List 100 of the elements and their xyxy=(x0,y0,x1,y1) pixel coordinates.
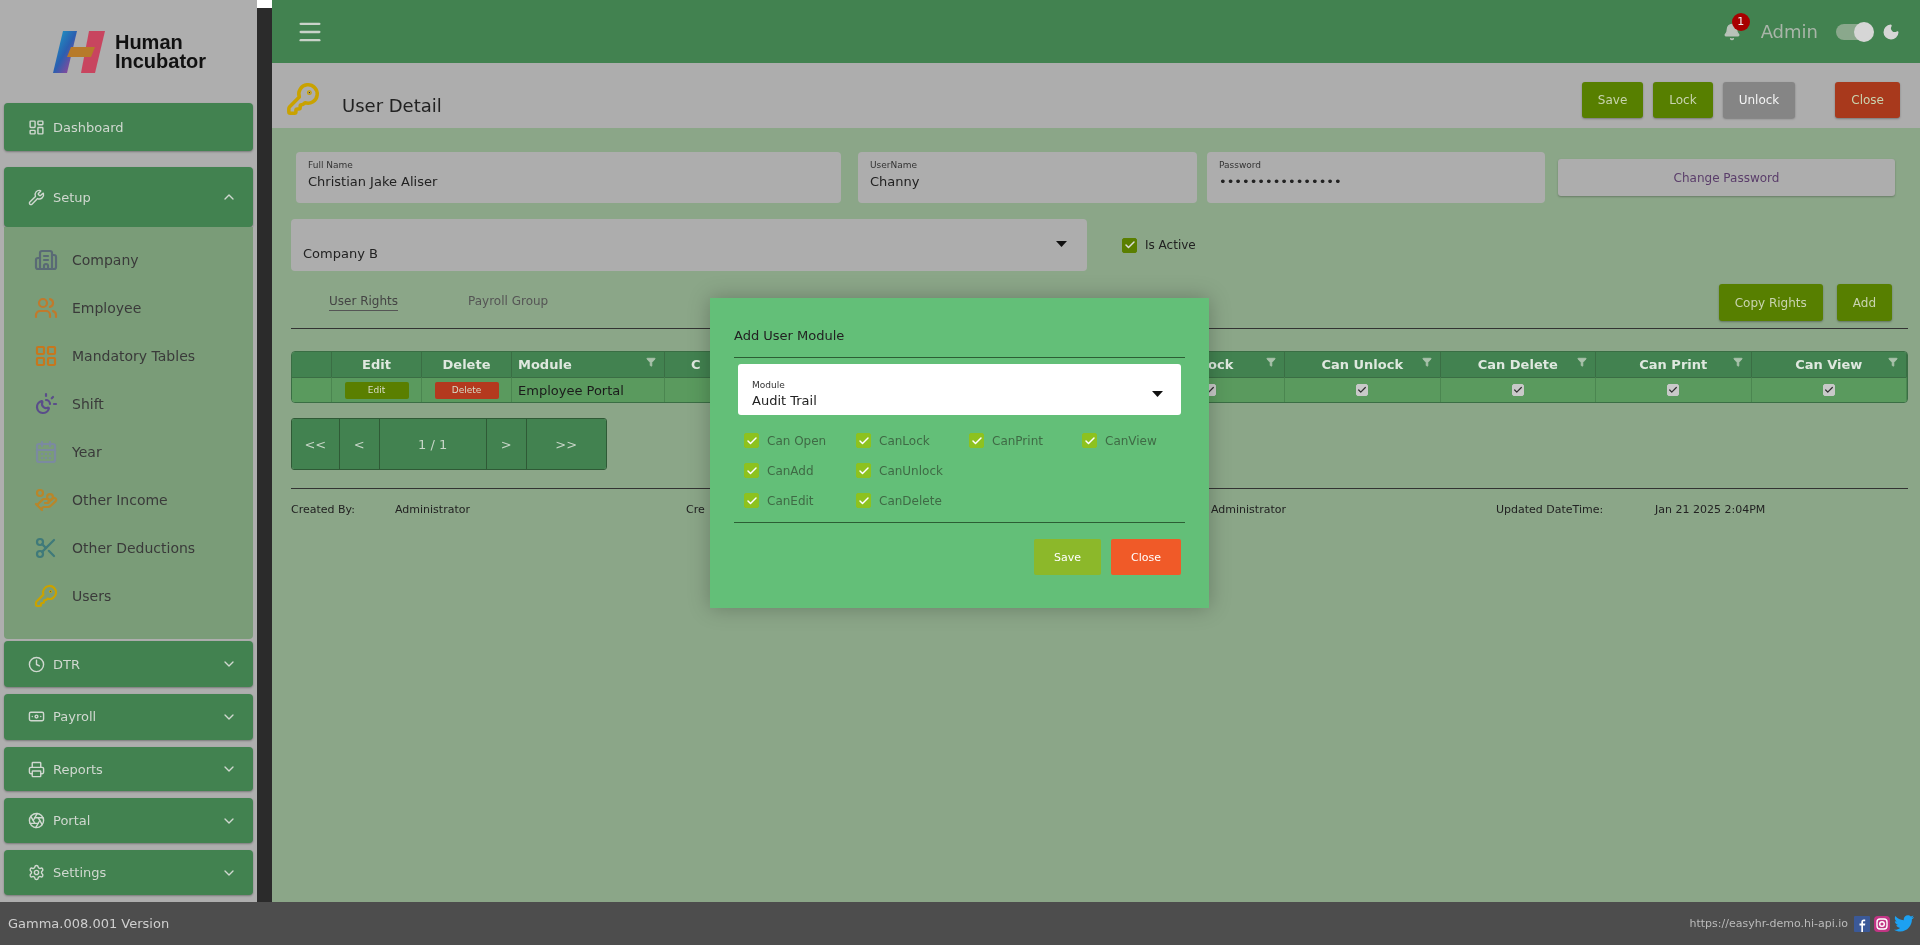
submenu-item[interactable]: Users xyxy=(4,572,253,621)
last-page-button[interactable]: >> xyxy=(526,419,606,469)
filter-icon[interactable] xyxy=(1266,357,1276,367)
checkbox[interactable] xyxy=(744,463,759,478)
hand-coins-icon xyxy=(34,488,58,513)
submenu-item[interactable]: Employee xyxy=(4,284,253,333)
filter-icon[interactable] xyxy=(1732,357,1743,367)
row-selector[interactable] xyxy=(292,377,332,402)
check-icon xyxy=(1512,385,1523,395)
submenu-item[interactable]: Company xyxy=(4,236,253,285)
right-checkbox[interactable]: CanView xyxy=(1082,433,1182,448)
column-header[interactable]: Can Unlock xyxy=(1285,352,1441,377)
aperture-icon xyxy=(28,812,45,830)
instagram-icon[interactable] xyxy=(1874,915,1890,932)
tab[interactable]: User Rights xyxy=(329,294,399,311)
sidebar-item[interactable]: Payroll xyxy=(4,693,253,740)
checkbox[interactable] xyxy=(856,493,871,508)
check-icon xyxy=(857,494,870,507)
edit-button[interactable]: Edit xyxy=(344,381,409,399)
right-checkbox[interactable]: CanEdit xyxy=(744,493,856,508)
key-icon xyxy=(34,584,58,609)
first-page-button[interactable]: << xyxy=(292,419,340,469)
submenu-item[interactable]: Shift xyxy=(4,380,253,429)
text-field[interactable]: UserName Channy xyxy=(858,152,1197,203)
theme-toggle[interactable] xyxy=(1836,23,1872,40)
site-link[interactable]: https://easyhr-demo.hi-api.io xyxy=(1689,917,1848,930)
sidebar-item[interactable]: DTR xyxy=(4,641,253,687)
delete-button[interactable]: Delete xyxy=(434,381,499,399)
column-header[interactable]: Can Print xyxy=(1596,352,1752,377)
checkbox[interactable] xyxy=(1667,384,1680,396)
checkbox[interactable] xyxy=(744,493,759,508)
tab-action-button[interactable]: Copy Rights xyxy=(1718,284,1823,321)
change-password-button[interactable]: Change Password xyxy=(1558,159,1895,196)
submenu-item[interactable]: Year xyxy=(4,428,253,477)
right-checkbox[interactable]: CanUnlock xyxy=(856,463,969,478)
wrench-icon xyxy=(28,188,45,206)
facebook-icon[interactable] xyxy=(1854,915,1870,932)
dropdown-arrow-icon xyxy=(1056,241,1067,247)
sidebar-item[interactable]: Dashboard xyxy=(4,103,253,151)
right-checkbox[interactable]: CanAdd xyxy=(744,463,856,478)
submenu-item[interactable]: Mandatory Tables xyxy=(4,332,253,381)
checkbox[interactable] xyxy=(856,463,871,478)
action-button[interactable]: Close xyxy=(1835,82,1900,118)
column-header[interactable]: Can Delete xyxy=(1440,352,1596,377)
user-name[interactable]: Admin xyxy=(1760,21,1818,42)
check-icon xyxy=(857,434,870,447)
sidebar-item[interactable]: Settings xyxy=(4,850,253,895)
right-checkbox[interactable]: Can Open xyxy=(744,433,856,448)
submenu-item[interactable]: Other Income xyxy=(4,476,253,525)
action-button[interactable]: Lock xyxy=(1653,82,1713,118)
previous-page-button[interactable]: < xyxy=(339,419,380,469)
audit-label: Cre xyxy=(686,503,706,516)
sidebar-item[interactable]: Portal xyxy=(4,798,253,844)
company-select[interactable]: Company B xyxy=(291,219,1087,271)
is-active-checkbox[interactable]: Is Active xyxy=(1122,237,1196,253)
text-field[interactable]: Full Name Christian Jake Aliser xyxy=(296,152,841,203)
check-icon xyxy=(970,434,983,447)
filter-icon[interactable] xyxy=(1421,357,1432,367)
dialog-button[interactable]: Save xyxy=(1034,539,1102,575)
right-checkbox[interactable]: CanLock xyxy=(856,433,969,448)
page-indicator[interactable]: 1 / 1 xyxy=(379,419,487,469)
checkbox[interactable] xyxy=(1356,384,1369,396)
table-cell: Employee Portal xyxy=(512,377,665,402)
filter-icon[interactable] xyxy=(1577,357,1587,367)
building-icon xyxy=(34,248,58,273)
people-icon xyxy=(34,296,58,321)
audit-label: Created By: xyxy=(291,503,356,516)
next-page-button[interactable]: > xyxy=(486,419,527,469)
right-checkbox[interactable]: CanPrint xyxy=(969,433,1082,448)
checkbox[interactable] xyxy=(1122,237,1137,253)
column-header[interactable]: Can View xyxy=(1751,352,1907,377)
tab-action-button[interactable]: Add xyxy=(1836,284,1892,321)
scrollbar[interactable] xyxy=(257,8,272,902)
checkbox[interactable] xyxy=(856,433,871,448)
checkbox[interactable] xyxy=(1511,384,1524,396)
filter-icon[interactable] xyxy=(1888,357,1898,367)
key-icon xyxy=(286,82,320,116)
action-button[interactable]: Save xyxy=(1581,82,1644,118)
column-header[interactable]: Module xyxy=(512,352,665,377)
dialog-title: Add User Module xyxy=(734,328,1185,358)
check-icon xyxy=(1083,434,1096,447)
column-header[interactable]: Delete xyxy=(422,352,512,377)
checkbox[interactable] xyxy=(744,433,759,448)
sidebar-item[interactable]: Setup xyxy=(4,166,253,228)
text-field[interactable]: Password •••••••••••••••• xyxy=(1207,152,1545,203)
filter-icon[interactable] xyxy=(646,357,656,367)
submenu-item[interactable]: Other Deductions xyxy=(4,524,253,573)
dialog-button[interactable]: Close xyxy=(1111,539,1181,575)
calendar-icon xyxy=(34,440,58,465)
checkbox[interactable] xyxy=(1822,384,1835,396)
column-header[interactable]: Edit xyxy=(332,352,422,377)
right-checkbox[interactable]: CanDelete xyxy=(856,493,969,508)
audit-value: Administrator xyxy=(1211,503,1287,516)
tab[interactable]: Payroll Group xyxy=(468,294,549,311)
checkbox[interactable] xyxy=(1082,433,1097,448)
module-select[interactable]: Module Audit Trail xyxy=(738,364,1181,415)
sidebar-item[interactable]: Reports xyxy=(4,746,253,792)
check-icon xyxy=(1668,385,1679,395)
check-icon xyxy=(1123,239,1136,251)
checkbox[interactable] xyxy=(969,433,984,448)
